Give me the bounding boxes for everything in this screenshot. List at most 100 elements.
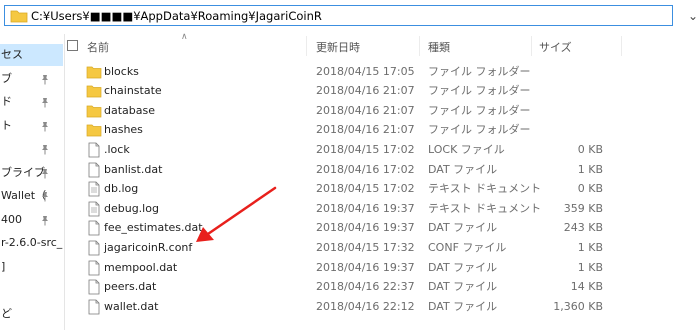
column-divider[interactable] [419, 36, 420, 56]
pin-icon[interactable] [40, 191, 50, 202]
file-row[interactable]: hashes 2018/04/16 21:07 ファイル フォルダー [65, 120, 700, 140]
folder-icon [86, 124, 102, 137]
file-name: banlist.dat [104, 162, 163, 176]
file-type: DAT ファイル [428, 221, 498, 235]
nav-item-label: ブライブ [1, 165, 45, 179]
file-name: blocks [104, 64, 139, 78]
file-icon [88, 220, 100, 236]
text-file-icon [88, 201, 100, 217]
nav-item-label: セス [1, 48, 23, 61]
file-size: 1 KB [577, 260, 603, 274]
file-row[interactable]: database 2018/04/16 21:07 ファイル フォルダー [65, 101, 700, 121]
nav-item[interactable]: 400 [0, 209, 63, 231]
file-name: db.log [104, 182, 139, 196]
nav-item[interactable]: Wallet（ [0, 185, 63, 207]
chevron-down-icon[interactable]: ⌄ [686, 6, 700, 26]
file-row[interactable]: db.log 2018/04/15 17:02 テキスト ドキュメント 0 KB [65, 179, 700, 199]
file-date: 2018/04/15 17:02 [316, 182, 415, 196]
file-date: 2018/04/16 17:02 [316, 162, 415, 176]
file-size: 359 KB [563, 201, 603, 215]
nav-item[interactable]: ブ [0, 68, 63, 90]
nav-item[interactable]: r-2.6.0-src_ [0, 232, 63, 254]
nav-item-label: ] [1, 259, 6, 273]
file-row[interactable]: jagaricoinR.conf 2018/04/15 17:32 CONF ファイ… [65, 238, 700, 258]
file-row[interactable]: chainstate 2018/04/16 21:07 ファイル フォルダー [65, 81, 700, 101]
column-date[interactable]: 更新日時 [316, 39, 360, 55]
column-type[interactable]: 種類 [428, 39, 450, 55]
column-divider[interactable] [531, 36, 532, 56]
file-date: 2018/04/16 21:07 [316, 103, 415, 117]
pin-icon[interactable] [40, 144, 50, 155]
file-name: wallet.dat [104, 299, 159, 313]
file-type: DAT ファイル [428, 260, 498, 274]
sort-ascending-icon: ∧ [181, 32, 188, 42]
nav-item[interactable]: ブライブ [0, 162, 63, 184]
nav-item[interactable] [0, 138, 63, 160]
file-size: 243 KB [563, 221, 603, 235]
file-size: 1 KB [577, 240, 603, 254]
nav-item-label: r-2.6.0-src_ [1, 236, 63, 249]
address-path[interactable]: C:¥Users¥■■■■¥AppData¥Roaming¥JagariCoin… [31, 9, 322, 23]
column-divider[interactable] [621, 36, 622, 56]
file-name: chainstate [104, 84, 162, 98]
select-all-checkbox[interactable] [67, 40, 78, 51]
file-icon [88, 142, 100, 158]
nav-item-label: 400 [1, 212, 22, 226]
pin-icon[interactable] [40, 74, 50, 85]
nav-item-label: ト [1, 118, 12, 132]
nav-item[interactable]: セス [0, 44, 63, 66]
file-type: ファイル フォルダー [428, 123, 531, 137]
file-row[interactable]: peers.dat 2018/04/16 22:37 DAT ファイル 14 KB [65, 277, 700, 297]
file-row[interactable]: banlist.dat 2018/04/16 17:02 DAT ファイル 1 KB [65, 160, 700, 180]
file-icon [88, 260, 100, 275]
nav-item[interactable]: ] [0, 256, 63, 278]
file-date: 2018/04/16 21:07 [316, 84, 415, 98]
pin-icon[interactable] [40, 121, 50, 132]
file-date: 2018/04/16 22:12 [316, 299, 415, 313]
file-icon [88, 279, 100, 295]
file-name: .lock [104, 142, 130, 156]
file-type: ファイル フォルダー [428, 84, 531, 98]
column-divider[interactable] [306, 36, 307, 56]
folder-icon [86, 66, 102, 78]
address-field[interactable]: C:¥Users¥■■■■¥AppData¥Roaming¥JagariCoin… [4, 5, 673, 26]
file-list: 名前 ∧ 更新日時 種類 サイズ blocks 2018/04/15 17:05 フ… [65, 32, 700, 330]
file-size: 1,360 KB [553, 299, 603, 313]
file-row[interactable]: blocks 2018/04/15 17:05 ファイル フォルダー [65, 62, 700, 82]
file-name: debug.log [104, 201, 159, 215]
file-size: 1 KB [577, 162, 603, 176]
file-size: 0 KB [577, 142, 603, 156]
nav-item-label: ド [1, 95, 12, 108]
file-date: 2018/04/16 19:37 [316, 201, 415, 215]
file-type: DAT ファイル [428, 280, 498, 294]
file-date: 2018/04/15 17:02 [316, 142, 415, 156]
navigation-pane: セスブドトブライブ Wallet（ 400 r-2.6.0-src_] ど [0, 34, 65, 330]
column-size[interactable]: サイズ [539, 39, 572, 55]
nav-item[interactable]: ド [0, 91, 63, 113]
text-file-icon [88, 181, 100, 197]
file-size: 0 KB [577, 182, 603, 196]
file-type: テキスト ドキュメント [428, 182, 542, 196]
file-row[interactable]: debug.log 2018/04/16 19:37 テキスト ドキュメント 359 … [65, 199, 700, 219]
nav-item[interactable]: ト [0, 115, 63, 137]
file-row[interactable]: mempool.dat 2018/04/16 19:37 DAT ファイル 1 KB [65, 258, 700, 278]
file-icon [88, 162, 100, 177]
file-date: 2018/04/16 22:37 [316, 280, 415, 294]
pin-icon[interactable] [40, 168, 50, 179]
pin-icon[interactable] [40, 215, 50, 226]
file-date: 2018/04/16 21:07 [316, 123, 415, 137]
file-type: CONF ファイル [428, 240, 507, 254]
column-name[interactable]: 名前 [87, 39, 109, 55]
nav-item[interactable]: ど [0, 303, 63, 325]
pin-icon[interactable] [40, 97, 50, 108]
file-icon [88, 299, 100, 315]
file-row[interactable]: fee_estimates.dat 2018/04/16 19:37 DAT ファイ… [65, 218, 700, 238]
file-row[interactable]: .lock 2018/04/15 17:02 LOCK ファイル 0 KB [65, 140, 700, 160]
folder-icon [86, 85, 102, 98]
file-date: 2018/04/16 19:37 [316, 260, 415, 274]
nav-item[interactable] [0, 279, 63, 301]
file-date: 2018/04/15 17:32 [316, 240, 415, 254]
file-type: DAT ファイル [428, 162, 498, 176]
file-name: mempool.dat [104, 260, 178, 274]
file-row[interactable]: wallet.dat 2018/04/16 22:12 DAT ファイル 1,360 … [65, 297, 700, 317]
